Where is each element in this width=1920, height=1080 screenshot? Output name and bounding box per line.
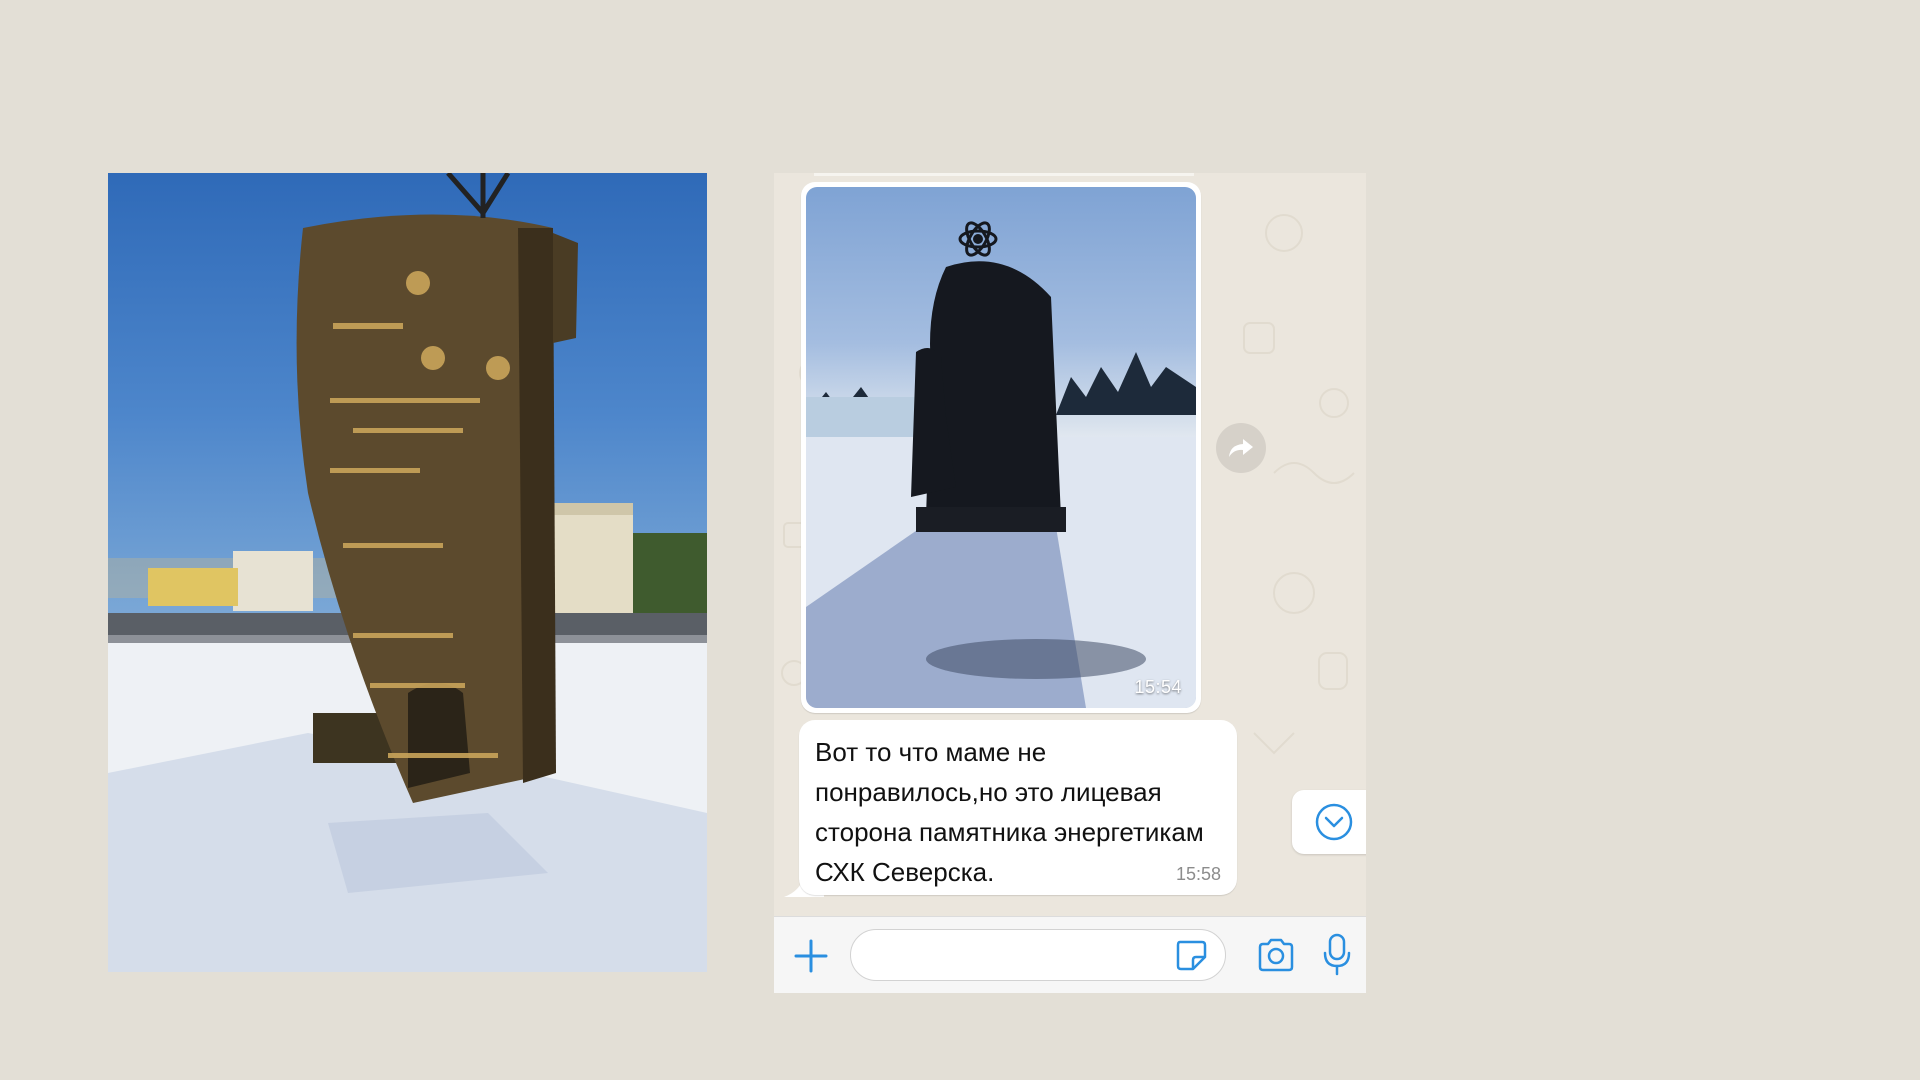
message-input[interactable] bbox=[850, 929, 1226, 981]
text-message[interactable]: Вот то что маме не понравилось,но это ли… bbox=[799, 720, 1237, 895]
message-text: Вот то что маме не понравилось,но это ли… bbox=[815, 737, 1204, 887]
sticker-icon[interactable] bbox=[1174, 938, 1208, 972]
monument-photo bbox=[108, 173, 707, 972]
previous-message-edge bbox=[814, 173, 1194, 176]
scroll-down-button[interactable] bbox=[1292, 790, 1366, 854]
plus-icon[interactable] bbox=[792, 937, 830, 975]
image-message[interactable]: 15:54 bbox=[801, 182, 1201, 713]
message-time: 15:58 bbox=[1175, 864, 1221, 884]
monument-photo-illustration bbox=[806, 221, 1196, 708]
microphone-icon[interactable] bbox=[1322, 933, 1352, 977]
camera-icon[interactable] bbox=[1256, 936, 1296, 974]
chevron-down-icon bbox=[1315, 803, 1353, 841]
message-photo[interactable]: 15:54 bbox=[806, 187, 1196, 708]
forward-button[interactable] bbox=[1216, 423, 1266, 473]
forward-icon bbox=[1229, 439, 1253, 457]
monument-photo-illustration bbox=[108, 173, 707, 972]
message-input-bar bbox=[774, 916, 1366, 993]
message-time: 15:54 bbox=[1134, 677, 1182, 697]
chat-panel: 15:54 Вот то что маме не понравилось,но … bbox=[774, 173, 1366, 993]
